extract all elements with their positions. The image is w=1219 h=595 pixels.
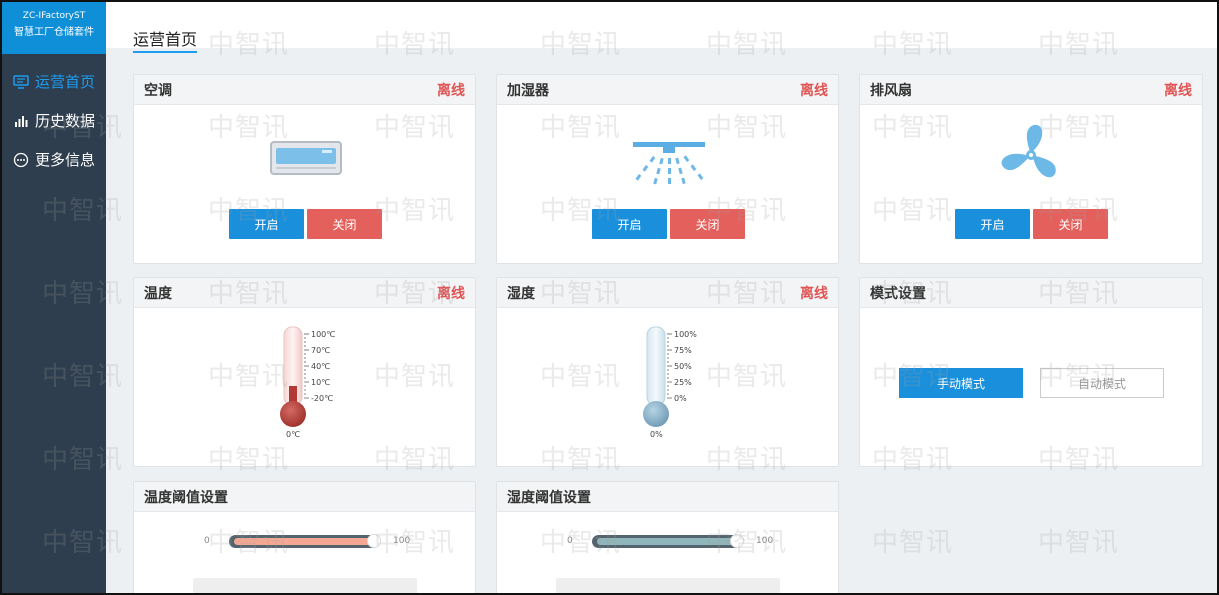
air-conditioner-icon	[270, 141, 342, 179]
sidebar: ZC-IFactoryST 智慧工厂仓储套件 运营首页 历史数据 更多信息	[2, 2, 106, 593]
scale-tick-label: 50%	[674, 362, 692, 371]
card-header: 模式设置	[860, 278, 1202, 308]
scale-tick-label: 0%	[674, 394, 687, 403]
status-badge: 离线	[437, 82, 465, 99]
gauge-value-label: 0℃	[286, 430, 300, 439]
humidifier-on-button[interactable]: 开启	[592, 209, 667, 239]
manual-mode-button[interactable]: 手动模式	[899, 368, 1023, 398]
card-title: 湿度阈值设置	[507, 489, 591, 506]
scale-tick-label: -20℃	[311, 394, 333, 403]
threshold-submit-button[interactable]	[193, 578, 417, 593]
thermometer-gauge: 100℃ 70℃ 40℃ 10℃ -20℃ 0℃	[279, 324, 349, 448]
watermark-text: 中智讯	[1038, 528, 1120, 558]
card-title: 温度	[144, 285, 172, 302]
auto-mode-button[interactable]: 自动模式	[1040, 368, 1164, 398]
card-header: 温度 离线	[134, 278, 475, 308]
humidity-threshold-card: 湿度阈值设置 0 100	[496, 481, 839, 593]
sidebar-item-label: 历史数据	[35, 112, 96, 130]
scale-tick-label: 70℃	[311, 346, 330, 355]
status-badge: 离线	[1164, 82, 1192, 99]
card-header: 加湿器 离线	[497, 75, 838, 105]
temperature-threshold-card: 温度阈值设置 0 100	[133, 481, 476, 593]
slider-max-label: 100	[393, 536, 411, 546]
card-title: 湿度	[507, 285, 535, 302]
ac-card: 空调 离线 开启 关闭	[133, 74, 476, 264]
main-area: 运营首页 空调 离线 开启 关闭 加湿器 离线 开启 关闭 排风扇 离线 开启 …	[42, 2, 1217, 593]
bar-chart-icon	[13, 113, 29, 129]
slider-max-label: 100	[756, 536, 774, 546]
sidebar-item-history[interactable]: 历史数据	[2, 101, 106, 140]
scale-tick-label: 75%	[674, 346, 692, 355]
status-badge: 离线	[800, 82, 828, 99]
slider-fill	[597, 538, 737, 545]
slider-fill	[234, 538, 374, 545]
sprinkler-icon	[631, 140, 707, 194]
slider-min-label: 0	[567, 536, 573, 546]
more-dots-icon	[13, 152, 29, 168]
card-title: 温度阈值设置	[144, 489, 228, 506]
temperature-card: 温度 离线 100℃ 70℃ 40℃ 10℃ -20℃ 0℃	[133, 277, 476, 467]
slider-handle[interactable]	[367, 534, 381, 548]
threshold-submit-button[interactable]	[556, 578, 780, 593]
monitor-icon	[13, 74, 29, 90]
app-frame: ZC-IFactoryST 智慧工厂仓储套件 运营首页 历史数据 更多信息 运营…	[0, 0, 1219, 595]
card-header: 温度阈值设置	[134, 482, 475, 512]
tab-home[interactable]: 运营首页	[133, 26, 198, 53]
card-title: 空调	[144, 82, 172, 99]
card-header: 空调 离线	[134, 75, 475, 105]
mode-card: 模式设置 手动模式 自动模式	[859, 277, 1203, 467]
card-title: 排风扇	[870, 82, 912, 99]
watermark-text: 中智讯	[872, 528, 954, 558]
card-title: 加湿器	[507, 82, 549, 99]
ac-on-button[interactable]: 开启	[229, 209, 304, 239]
sidebar-item-home[interactable]: 运营首页	[2, 62, 106, 101]
sidebar-item-more[interactable]: 更多信息	[2, 140, 106, 179]
top-bar: 运营首页	[106, 2, 1217, 53]
card-header: 湿度阈值设置	[497, 482, 838, 512]
sidebar-nav: 运营首页 历史数据 更多信息	[2, 62, 106, 179]
fan-card: 排风扇 离线 开启 关闭	[859, 74, 1203, 264]
scale-tick-label: 25%	[674, 378, 692, 387]
card-header: 排风扇 离线	[860, 75, 1202, 105]
status-badge: 离线	[437, 285, 465, 302]
brand-block: ZC-IFactoryST 智慧工厂仓储套件	[2, 2, 106, 54]
sidebar-item-label: 更多信息	[35, 151, 96, 169]
status-badge: 离线	[800, 285, 828, 302]
ac-off-button[interactable]: 关闭	[307, 209, 382, 239]
brand-product-name: 智慧工厂仓储套件	[14, 27, 94, 38]
gauge-value-label: 0%	[650, 430, 663, 439]
card-title: 模式设置	[870, 285, 926, 302]
scale-tick-label: 100℃	[311, 330, 335, 339]
hygrometer-gauge: 100% 75% 50% 25% 0% 0%	[642, 324, 712, 448]
scale-tick-label: 40℃	[311, 362, 330, 371]
humidity-threshold-slider[interactable]	[592, 534, 744, 548]
temperature-threshold-slider[interactable]	[229, 534, 381, 548]
fan-icon	[996, 120, 1066, 194]
fan-on-button[interactable]: 开启	[955, 209, 1030, 239]
card-header: 湿度 离线	[497, 278, 838, 308]
slider-handle[interactable]	[730, 534, 744, 548]
humidity-card: 湿度 离线 100% 75% 50% 25% 0% 0%	[496, 277, 839, 467]
scale-tick-label: 100%	[674, 330, 697, 339]
sidebar-item-label: 运营首页	[35, 73, 96, 91]
fan-off-button[interactable]: 关闭	[1033, 209, 1108, 239]
brand-product-code: ZC-IFactoryST	[22, 11, 86, 21]
humidifier-card: 加湿器 离线 开启 关闭	[496, 74, 839, 264]
slider-min-label: 0	[204, 536, 210, 546]
scale-tick-label: 10℃	[311, 378, 330, 387]
humidifier-off-button[interactable]: 关闭	[670, 209, 745, 239]
